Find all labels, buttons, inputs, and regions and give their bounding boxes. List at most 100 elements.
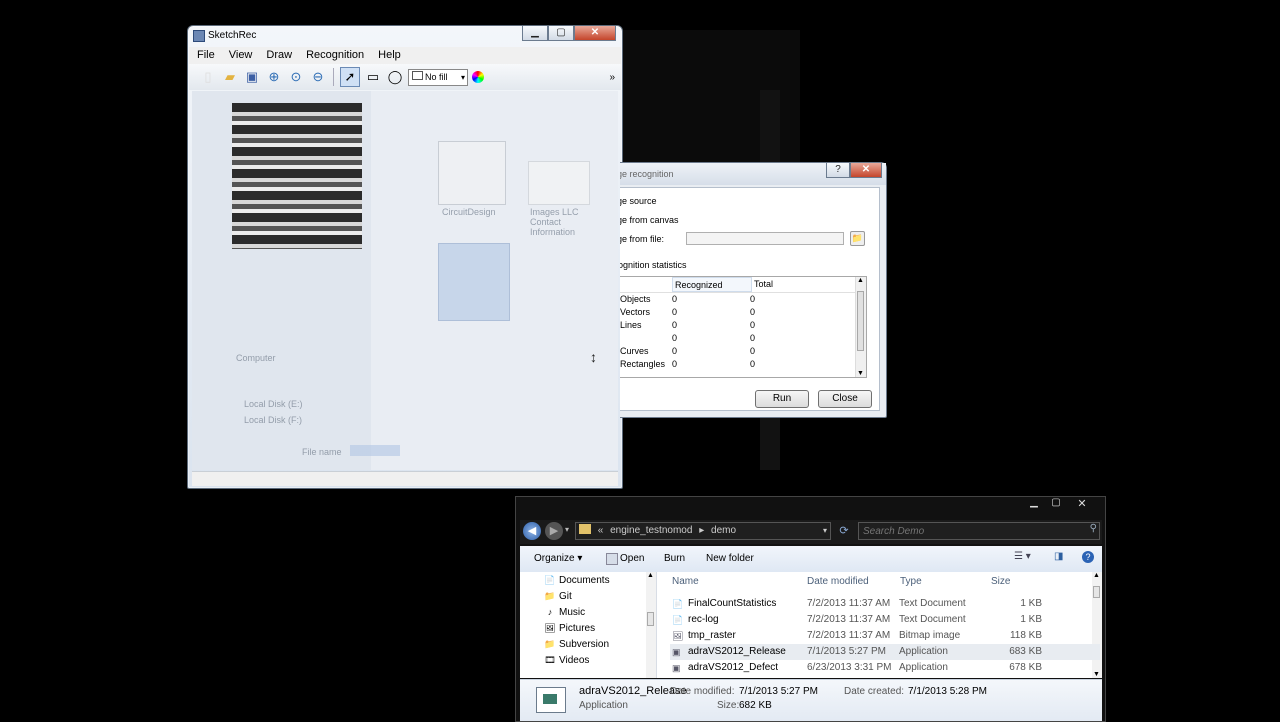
rectangle-tool-icon[interactable]: ▭ (364, 68, 382, 86)
drawing-canvas[interactable]: CircuitDesign Images LLC Contact Informa… (192, 91, 618, 470)
save-icon[interactable]: ▣ (243, 68, 261, 86)
breadcrumb-overflow[interactable]: « (598, 525, 604, 536)
address-row: ◀ ▶ ▾ « engine_testnomod ▸ demo ▾ ⟳ ⚲ (520, 520, 1102, 544)
nav-item-label: Documents (559, 575, 610, 586)
col-header-name[interactable]: Name (672, 576, 699, 587)
col-header-date[interactable]: Date modified (807, 576, 869, 587)
dialog-close-button[interactable]: ✕ (850, 163, 882, 178)
browse-button[interactable]: 📁 (850, 231, 865, 246)
file-row[interactable]: 📄 rec-log 7/2/2013 11:37 AM Text Document 1 … (670, 612, 1100, 628)
file-type: Application (899, 662, 948, 673)
refresh-icon[interactable]: ⟳ (836, 522, 852, 540)
menu-draw[interactable]: Draw (266, 49, 292, 65)
nav-scrollbar[interactable]: ▲ (646, 572, 656, 678)
zoom-out-icon[interactable]: ⊖ (309, 68, 327, 86)
back-button[interactable]: ◀ (523, 522, 541, 540)
file-icon: 🖼 (672, 631, 684, 641)
option-canvas[interactable]: Image from canvas (620, 215, 679, 225)
menu-view[interactable]: View (229, 49, 253, 65)
explorer-close-button[interactable]: ✕ (1067, 497, 1097, 511)
chevron-down-icon[interactable]: ▾ (823, 523, 827, 539)
scroll-up-icon[interactable]: ▲ (647, 572, 654, 579)
preview-pane-icon[interactable]: ◨ (1054, 551, 1063, 562)
nav-item[interactable]: ♪ Music (544, 604, 585, 620)
stats-row[interactable]: Rectangles 0 0 (620, 358, 866, 371)
vertical-scrollbar[interactable]: ▲ ▼ (855, 277, 866, 377)
help-button[interactable]: ? (826, 163, 850, 178)
toolbar-separator (333, 68, 334, 86)
scroll-down-icon[interactable]: ▼ (857, 370, 864, 377)
close-dialog-button[interactable]: Close (818, 390, 872, 408)
toolbar-overflow-icon[interactable]: » (609, 72, 615, 83)
select-arrow-icon[interactable]: ➚ (340, 67, 360, 87)
file-row[interactable]: 🖼 tmp_raster 7/2/2013 11:37 AM Bitmap image… (670, 628, 1100, 644)
col-name[interactable] (620, 277, 672, 292)
help-icon[interactable]: ? (1082, 551, 1094, 563)
nav-item[interactable]: 📁 Git (544, 588, 571, 604)
stats-row[interactable]: Curves 0 0 (620, 345, 866, 358)
zoom-fit-icon[interactable]: ⊙ (287, 68, 305, 86)
col-header-size[interactable]: Size (991, 576, 1010, 587)
ellipse-tool-icon[interactable]: ◯ (386, 68, 404, 86)
explorer-minimize-button[interactable]: ▁ (1023, 497, 1045, 511)
file-type: Bitmap image (899, 630, 961, 641)
menu-file[interactable]: File (197, 49, 215, 65)
burn-button[interactable]: Burn (664, 553, 685, 564)
col-recognized[interactable]: Recognized (672, 277, 752, 292)
explorer-titlebar[interactable]: ▁ ▢ ✕ (516, 497, 1103, 517)
nav-item[interactable]: 🎞 Videos (544, 652, 589, 668)
scroll-thumb[interactable] (857, 291, 864, 351)
scroll-up-icon[interactable]: ▲ (857, 277, 864, 284)
forward-button[interactable]: ▶ (545, 522, 563, 540)
stats-row[interactable]: Objects 0 0 (620, 293, 866, 306)
breadcrumb[interactable]: « engine_testnomod ▸ demo ▾ (575, 522, 831, 540)
file-row[interactable]: 📄 FinalCountStatistics 7/2/2013 11:37 AM Te… (670, 596, 1100, 612)
open-button[interactable]: Open (620, 553, 644, 564)
nav-item-icon: ♪ (547, 607, 553, 617)
fill-select[interactable]: No fill ▾ (408, 68, 468, 86)
command-bar: Organize ▾ Open Burn New folder ☰ ▾ ◨ ? (520, 546, 1102, 573)
file-row[interactable]: ▣ adraVS2012_Release 7/1/2013 5:27 PM Appli… (670, 644, 1100, 660)
nav-item[interactable]: 🖼 Pictures (544, 620, 595, 636)
file-icon: ▣ (672, 663, 681, 673)
col-total[interactable]: Total (752, 277, 814, 292)
history-dropdown-icon[interactable]: ▾ (565, 525, 569, 534)
maximize-button[interactable]: ▢ (548, 26, 574, 41)
open-folder-icon[interactable]: ▰ (221, 68, 239, 86)
file-path-input[interactable] (686, 232, 844, 245)
zoom-in-icon[interactable]: ⊕ (265, 68, 283, 86)
nav-item-icon: 📁 (544, 591, 556, 601)
file-thumbnail (438, 243, 510, 321)
run-button[interactable]: Run (755, 390, 809, 408)
breadcrumb-demo[interactable]: demo (711, 525, 736, 536)
menu-help[interactable]: Help (378, 49, 401, 65)
stats-row[interactable]: 00 (620, 332, 866, 345)
organize-button[interactable]: Organize ▾ (534, 553, 582, 564)
nav-item[interactable]: 📄 Documents (544, 572, 610, 588)
minimize-button[interactable]: ▁ (522, 26, 548, 41)
stats-row[interactable]: Vectors 0 0 (620, 306, 866, 319)
col-header-type[interactable]: Type (900, 576, 922, 587)
nav-item[interactable]: 📁 Subversion (544, 636, 609, 652)
color-picker-icon[interactable] (472, 71, 484, 83)
breadcrumb-engine[interactable]: engine_testnomod (610, 525, 692, 536)
dialog-body: Image source Image from canvas Image fro… (620, 187, 880, 411)
scroll-thumb[interactable] (647, 612, 654, 626)
file-thumbnail (528, 161, 590, 205)
stats-row[interactable]: Lines 0 0 (620, 319, 866, 332)
new-folder-button[interactable]: New folder (706, 553, 754, 564)
stat-recognized: 0 (672, 333, 678, 343)
ghost-label: File name (302, 447, 342, 457)
scroll-up-icon[interactable]: ▲ (1093, 572, 1100, 579)
close-button[interactable]: ✕ (574, 26, 616, 41)
sketchrec-titlebar[interactable]: SketchRec ▁ ▢ ✕ (188, 26, 622, 46)
new-icon[interactable]: ▯ (199, 68, 217, 86)
stat-total: 0 (750, 307, 756, 317)
explorer-maximize-button[interactable]: ▢ (1045, 497, 1067, 511)
search-input[interactable] (858, 522, 1100, 540)
view-options-icon[interactable]: ☰ ▾ (1014, 551, 1031, 562)
dialog-titlebar[interactable]: Image recognition ? ✕ (620, 163, 886, 185)
menu-recognition[interactable]: Recognition (306, 49, 364, 65)
option-file[interactable]: Image from file: (620, 234, 664, 244)
file-row[interactable]: ▣ adraVS2012_Defect 6/23/2013 3:31 PM Appli… (670, 660, 1100, 676)
